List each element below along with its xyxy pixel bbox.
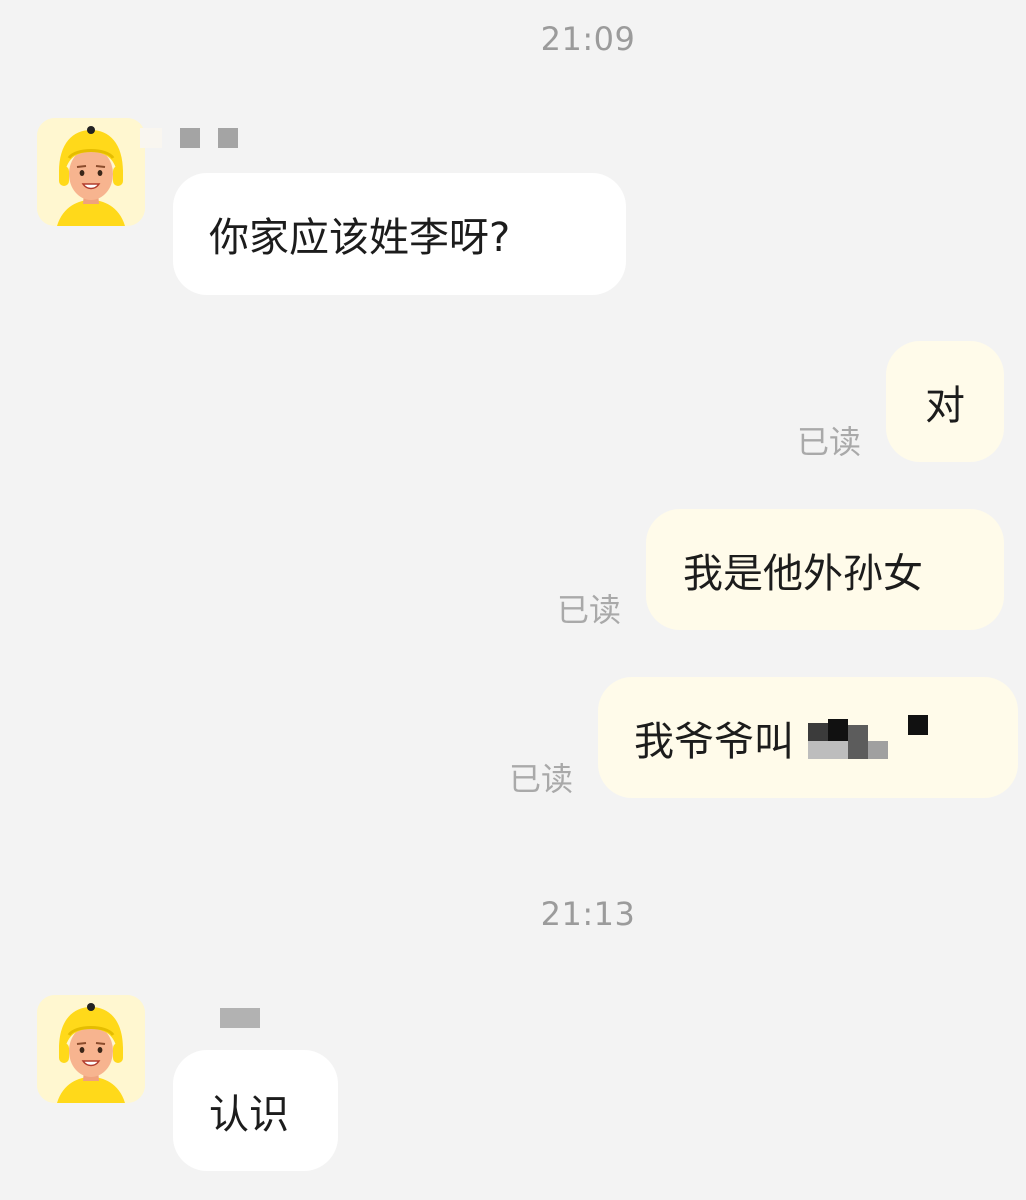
message-text: 对 xyxy=(925,382,965,429)
incoming-message[interactable]: 认识 xyxy=(173,1050,338,1171)
message-text: 我爷爷叫 xyxy=(634,718,794,765)
mosaic-redaction-icon xyxy=(808,714,938,761)
read-receipt: 已读 xyxy=(557,591,622,629)
read-receipt: 已读 xyxy=(797,423,862,461)
chat-conversation: 21:09 你家应该姓李呀? 对 已读 我是他外孙女 已读 我爷爷叫 已读 21… xyxy=(0,0,1026,1200)
courier-avatar-icon[interactable] xyxy=(37,118,145,226)
timestamp: 21:13 xyxy=(540,895,636,933)
outgoing-message[interactable]: 我爷爷叫 xyxy=(598,677,1018,798)
redacted-name-icon xyxy=(220,1008,260,1028)
message-text: 你家应该姓李呀? xyxy=(209,215,511,261)
outgoing-message[interactable]: 我是他外孙女 xyxy=(646,509,1004,630)
message-text: 认识 xyxy=(209,1091,289,1138)
read-receipt: 已读 xyxy=(509,760,574,798)
outgoing-message[interactable]: 对 xyxy=(886,341,1004,462)
redacted-name-icon xyxy=(140,128,238,148)
timestamp: 21:09 xyxy=(540,20,636,58)
courier-avatar-icon[interactable] xyxy=(37,995,145,1103)
message-text: 我是他外孙女 xyxy=(683,550,923,597)
incoming-message[interactable]: 你家应该姓李呀? xyxy=(173,173,626,295)
